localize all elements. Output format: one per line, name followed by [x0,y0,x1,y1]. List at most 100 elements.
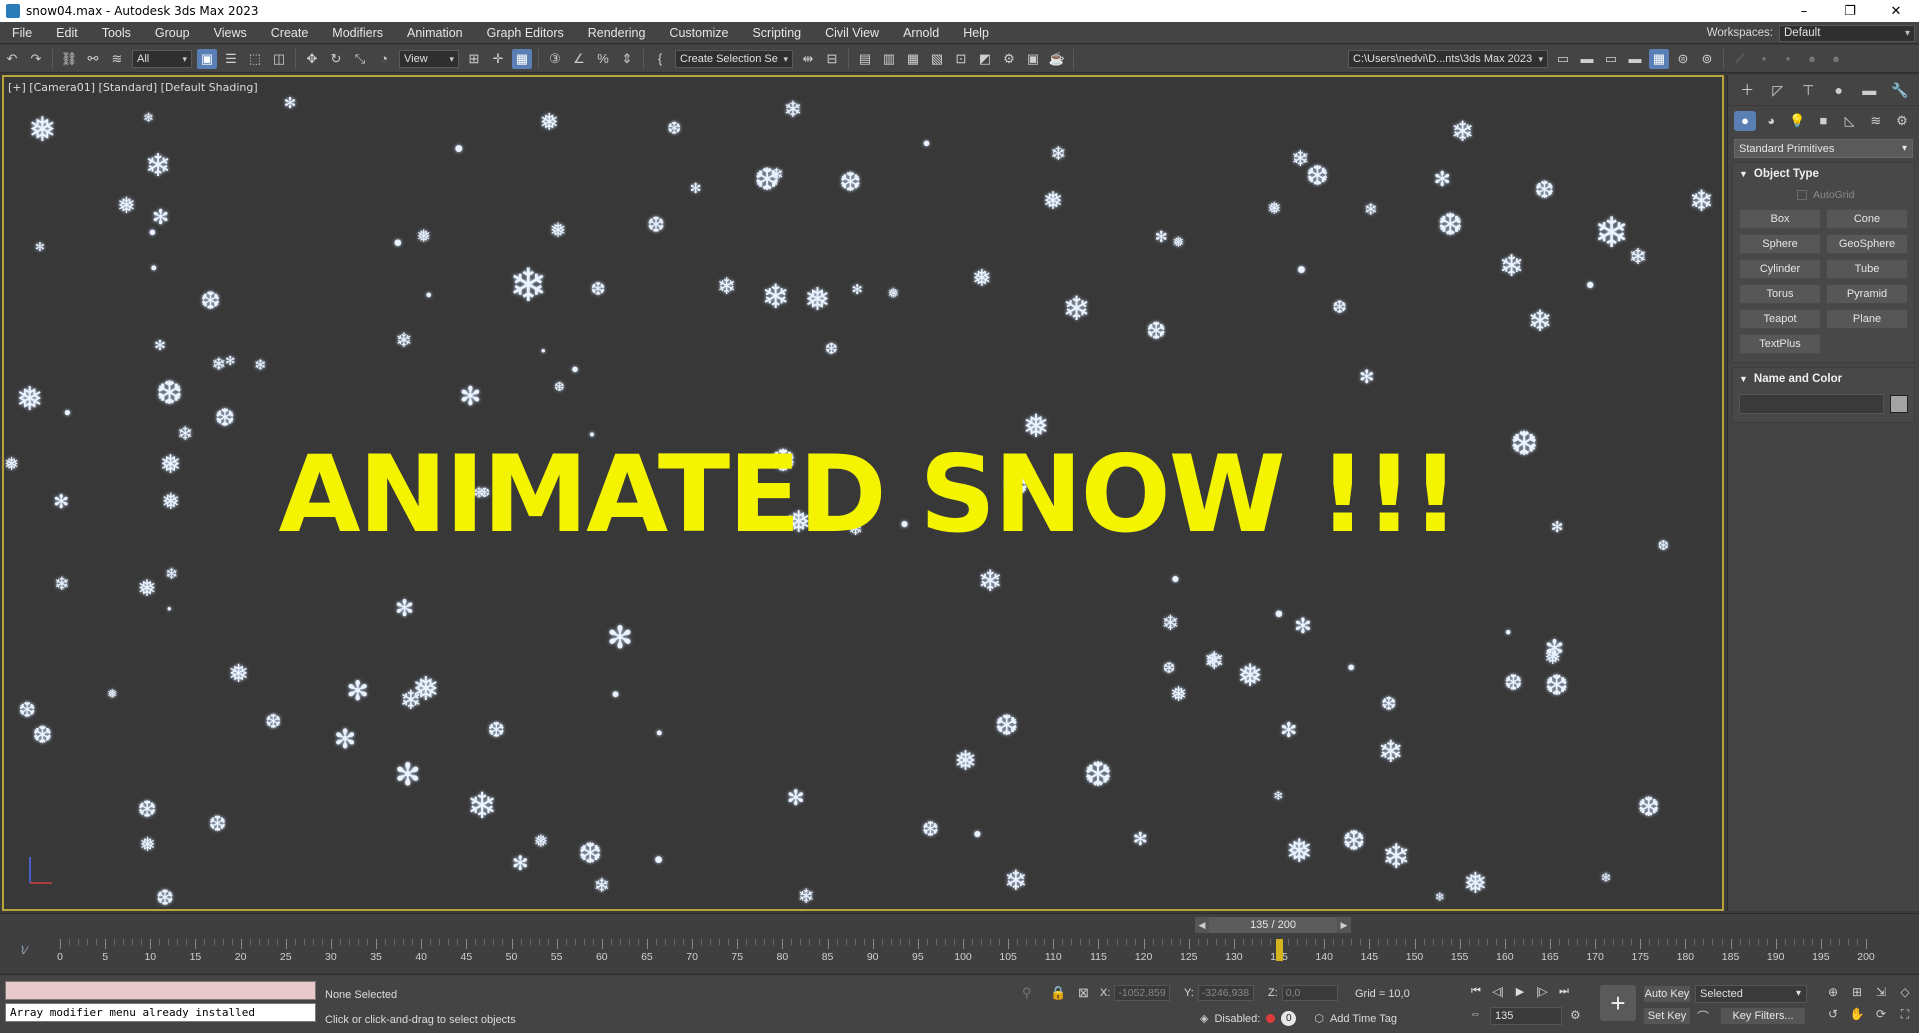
orbit-icon[interactable]: ⟳ [1870,1005,1892,1023]
autogrid-checkbox[interactable] [1797,190,1807,200]
y-field[interactable]: -3246,938 [1197,985,1254,1001]
keyboard-shortcut-override-icon[interactable]: ▦ [512,48,532,69]
adaptive-degradation-icon[interactable]: ◈ [1200,1012,1208,1025]
menu-customize[interactable]: Customize [657,22,740,44]
render-setup-icon[interactable]: ⚙ [999,49,1019,69]
pyramid-button[interactable]: Pyramid [1826,284,1908,304]
percent-snap-icon[interactable]: % [593,49,613,69]
key-set-dropdown[interactable]: Selected [1695,985,1807,1003]
import-icon[interactable]: ▭ [1601,49,1621,69]
link-icon[interactable]: ⛓ [59,49,79,69]
time-configuration-icon[interactable]: ⚙ [1570,1008,1581,1022]
sync-icon[interactable]: ⊜ [1673,49,1693,69]
selection-filter-dropdown[interactable]: All [132,49,192,68]
roll-icon[interactable]: ↺ [1822,1005,1844,1023]
pin-icon[interactable]: • [1754,49,1774,69]
menu-edit[interactable]: Edit [44,22,90,44]
scale-icon[interactable]: ⤡ [350,49,370,69]
isolate-icon[interactable]: ⚲ [1022,985,1032,1001]
current-frame-field[interactable]: 135 [1490,1007,1562,1025]
menu-create[interactable]: Create [259,22,321,44]
motion-tab-icon[interactable]: ● [1828,80,1850,100]
menu-modifiers[interactable]: Modifiers [320,22,395,44]
z-field[interactable]: 0,0 [1281,985,1338,1001]
shapes-category-icon[interactable]: ◕ [1760,111,1782,131]
move-icon[interactable]: ✥ [302,49,322,69]
menu-group[interactable]: Group [143,22,202,44]
systems-category-icon[interactable]: ⚙ [1891,111,1913,131]
modify-tab-icon[interactable]: ◸ [1767,80,1789,100]
help-search-icon[interactable]: ⊚ [1697,49,1717,69]
torus-button[interactable]: Torus [1739,284,1821,304]
tube-button[interactable]: Tube [1826,259,1908,279]
snaps-toggle-icon[interactable]: ③ [545,49,565,69]
go-to-end-icon[interactable]: ⏭ [1553,981,1575,1001]
rotate-icon[interactable]: ↻ [326,49,346,69]
close-button[interactable]: ✕ [1873,0,1919,22]
zoom-all-icon[interactable]: ⊞ [1846,983,1868,1001]
angle-snap-icon[interactable]: ∠ [569,49,589,69]
autogrid-option[interactable]: AutoGrid [1733,185,1914,205]
named-selection-set-dropdown[interactable]: Create Selection Se [675,49,793,68]
edit-named-selection-icon[interactable]: { [650,49,670,69]
cylinder-button[interactable]: Cylinder [1739,259,1821,279]
menu-graph-editors[interactable]: Graph Editors [475,22,576,44]
restore-button[interactable]: ❐ [1827,0,1873,22]
hierarchy-tab-icon[interactable]: ⊤ [1797,80,1819,100]
auto-key-button[interactable]: Auto Key [1643,985,1691,1003]
select-manipulate-icon[interactable]: ✛ [488,49,508,69]
set-key-button[interactable]: Set Key [1643,1007,1691,1025]
x-field[interactable]: -1052,859 [1114,985,1171,1001]
teapot-button[interactable]: Teapot [1739,309,1821,329]
place-icon[interactable]: ◔ [374,49,394,69]
pan-icon[interactable]: ✋ [1846,1005,1868,1023]
helpers-category-icon[interactable]: ◺ [1839,111,1861,131]
material-editor-icon[interactable]: ◩ [975,49,995,69]
prev-frame-arrow-icon[interactable]: ◀ [1195,917,1209,933]
name-and-color-header[interactable]: ▼ Name and Color [1733,368,1914,390]
window-crossing-icon[interactable]: ◫ [269,49,289,69]
scene-explorer-icon[interactable]: ▤ [855,49,875,69]
object-type-header[interactable]: ▼ Object Type [1733,163,1914,185]
time-slider[interactable]: ◀ 135 / 200 ▶ [1195,917,1351,933]
layer-explorer-icon[interactable]: ▥ [879,49,899,69]
menu-arnold[interactable]: Arnold [891,22,951,44]
circle-icon[interactable]: ● [1802,49,1822,69]
dot-icon[interactable]: • [1778,49,1798,69]
align-icon[interactable]: ⊟ [822,49,842,69]
export-icon[interactable]: ▬ [1625,49,1645,69]
zoom-icon[interactable]: ⊕ [1822,983,1844,1001]
menu-civil-view[interactable]: Civil View [813,22,891,44]
spinner-snap-icon[interactable]: ⇕ [617,49,637,69]
menu-rendering[interactable]: Rendering [576,22,658,44]
track-bar[interactable]: 0 5 10 15 20 25 30 35 40 45 50 55 60 65 70 75 80 85 90 95 10… [57,939,1875,971]
object-name-field[interactable] [1739,394,1884,414]
add-time-tag[interactable]: Add Time Tag [1330,1013,1397,1025]
sphere-button[interactable]: Sphere [1739,234,1821,254]
project-folder-dropdown[interactable]: C:\Users\nedvi\D...nts\3ds Max 2023 [1348,49,1548,68]
maximize-viewport-icon[interactable]: ⛶ [1894,1005,1916,1023]
viewport-label[interactable]: [+] [Camera01] [Standard] [Default Shadi… [8,81,258,94]
display-tab-icon[interactable]: ▬ [1858,80,1880,100]
workspace-dropdown[interactable]: Default [1779,24,1915,42]
cone-button[interactable]: Cone [1826,209,1908,229]
curve-editor-icon[interactable]: ▧ [927,49,947,69]
select-object-icon[interactable]: ▣ [197,48,217,69]
menu-file[interactable]: File [0,22,44,44]
object-color-swatch[interactable] [1890,395,1908,413]
mirror-icon[interactable]: ⇹ [798,49,818,69]
unlink-icon[interactable]: ⚯ [83,49,103,69]
viewport-layout-icon[interactable]: ▦ [1649,48,1669,69]
sphere-icon[interactable]: ● [1826,49,1846,69]
next-frame-arrow-icon[interactable]: ▶ [1337,917,1351,933]
pivot-center-icon[interactable]: ⊞ [464,49,484,69]
time-cursor[interactable] [1276,939,1284,961]
save-file-icon[interactable]: ▬ [1577,49,1597,69]
render-production-icon[interactable]: ☕ [1047,49,1067,69]
redo-icon[interactable]: ↷ [26,49,46,69]
maxscript-listener-input[interactable] [5,981,316,1000]
ribbon-icon[interactable]: ▦ [903,49,923,69]
menu-help[interactable]: Help [951,22,1001,44]
primitive-type-dropdown[interactable]: Standard Primitives [1734,139,1913,158]
rectangle-region-icon[interactable]: ⬚ [245,49,265,69]
